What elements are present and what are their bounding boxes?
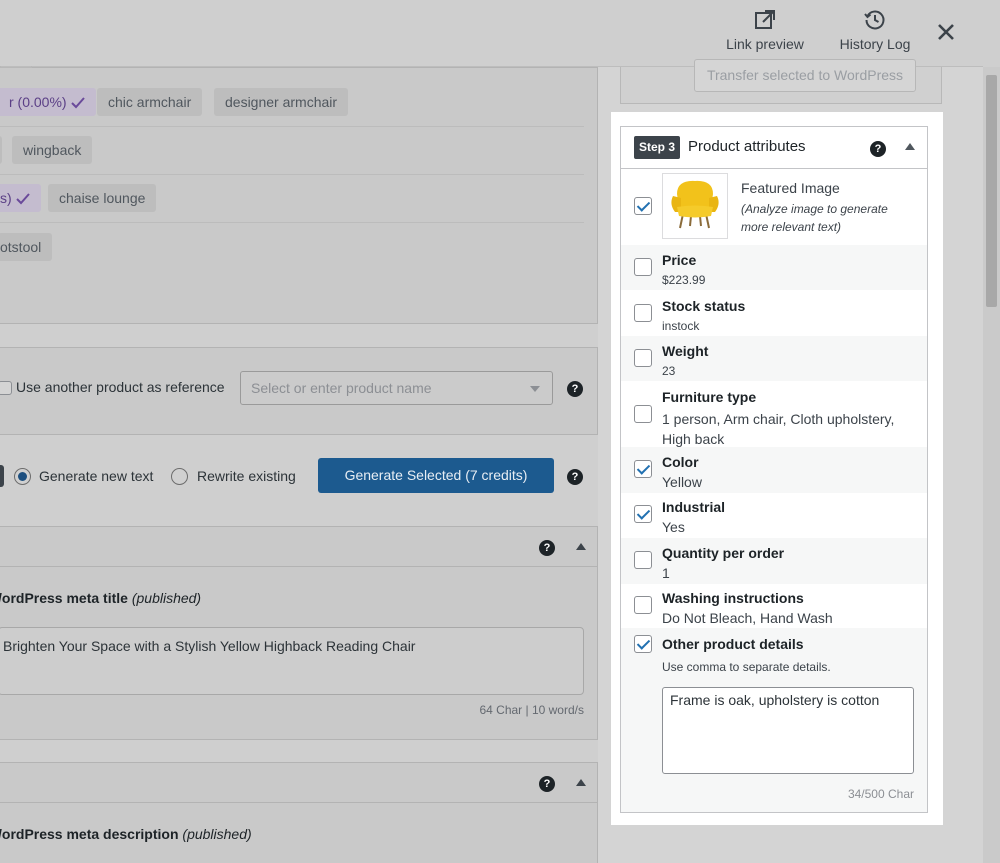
reference-label: Use another product as reference — [16, 379, 225, 395]
other-details-textarea[interactable]: Frame is oak, upholstery is cotton — [662, 687, 914, 774]
panel-divider — [0, 802, 597, 803]
industrial-label: Industrial — [662, 499, 726, 515]
price-label: Price — [662, 252, 697, 268]
keyword-tag[interactable]: chic armchair — [97, 88, 203, 116]
keyword-row: r (0.00%) chic armchair designer armchai… — [0, 78, 584, 127]
keyword-tag[interactable]: r (0.00%) — [0, 88, 96, 116]
stock-status-label: Stock status — [662, 298, 746, 314]
generate-selected-button[interactable]: Generate Selected (7 credits) — [318, 458, 554, 493]
furniture-type-value: 1 person, Arm chair, Cloth upholstery, H… — [662, 411, 895, 447]
collapse-icon[interactable] — [576, 543, 586, 550]
collapse-icon[interactable] — [576, 779, 586, 786]
quantity-value: 1 — [662, 565, 670, 581]
attributes-title: Product attributes — [688, 138, 806, 155]
keyword-row: wingback — [0, 127, 584, 175]
featured-image-note: (Analyze image to generate more relevant… — [741, 202, 888, 234]
help-icon[interactable]: ? — [539, 540, 555, 556]
step-badge: Step 3 — [634, 136, 680, 159]
washing-label: Washing instructions — [662, 590, 804, 606]
washing-checkbox[interactable] — [634, 596, 652, 614]
quantity-label: Quantity per order — [662, 545, 785, 561]
color-checkbox[interactable] — [634, 460, 652, 478]
other-details-hint: Use comma to separate details. — [662, 660, 831, 674]
keyword-tag[interactable] — [0, 136, 2, 164]
panel-divider — [0, 566, 597, 567]
meta-title-char-count: 64 Char | 10 word/s — [479, 703, 584, 717]
price-checkbox[interactable] — [634, 258, 652, 276]
other-details-checkbox[interactable] — [634, 635, 652, 653]
checkmark-icon — [70, 97, 85, 109]
weight-label: Weight — [662, 343, 709, 359]
close-icon[interactable] — [934, 20, 958, 44]
quantity-checkbox[interactable] — [634, 551, 652, 569]
keyword-tag[interactable]: wingback — [12, 136, 93, 164]
meta-title-textarea[interactable]: Brighten Your Space with a Stylish Yello… — [0, 627, 584, 695]
keyword-row: s) chaise lounge — [0, 175, 584, 223]
collapse-icon[interactable] — [905, 143, 915, 150]
other-details-char-count: 34/500 Char — [847, 787, 914, 801]
keyword-row: otstool — [0, 223, 584, 271]
link-preview-button[interactable]: Link preview — [722, 8, 808, 52]
help-icon[interactable]: ? — [870, 141, 886, 157]
meta-description-heading: /ordPress meta description (published) — [0, 826, 252, 842]
industrial-value: Yes — [662, 519, 685, 535]
scrollbar-thumb[interactable] — [986, 75, 997, 307]
history-log-label: History Log — [839, 36, 911, 52]
industrial-checkbox[interactable] — [634, 505, 652, 523]
rewrite-existing-radio[interactable] — [171, 468, 188, 485]
keyword-tag[interactable]: otstool — [0, 233, 53, 261]
washing-value: Do Not Bleach, Hand Wash — [662, 610, 833, 626]
transfer-button[interactable]: Transfer selected to WordPress — [694, 59, 916, 92]
help-icon[interactable]: ? — [567, 381, 583, 397]
generate-new-label: Generate new text — [39, 468, 154, 484]
mode-toggle-edge[interactable] — [0, 465, 4, 487]
color-value: Yellow — [662, 474, 702, 490]
price-value: $223.99 — [662, 273, 706, 287]
furniture-type-checkbox[interactable] — [634, 405, 652, 423]
other-details-label: Other product details — [662, 636, 804, 652]
meta-description-panel — [0, 762, 598, 863]
color-label: Color — [662, 454, 699, 470]
featured-image-title: Featured Image — [741, 180, 840, 196]
meta-title-heading: /ordPress meta title (published) — [0, 590, 202, 606]
generate-new-radio[interactable] — [14, 468, 31, 485]
keyword-tag[interactable]: s) — [0, 184, 41, 212]
reference-select-placeholder: Select or enter product name — [251, 380, 432, 396]
keyword-tag[interactable]: chaise lounge — [48, 184, 157, 212]
tag-remnant — [0, 66, 32, 68]
history-log-button[interactable]: History Log — [834, 8, 916, 52]
external-link-icon — [755, 10, 775, 29]
link-preview-label: Link preview — [726, 36, 804, 52]
help-icon[interactable]: ? — [539, 776, 555, 792]
weight-checkbox[interactable] — [634, 349, 652, 367]
keyword-tag[interactable]: designer armchair — [214, 88, 349, 116]
chevron-down-icon — [530, 386, 540, 392]
product-thumbnail — [662, 173, 728, 239]
chair-image — [671, 180, 719, 229]
help-icon[interactable]: ? — [567, 469, 583, 485]
reference-product-select[interactable]: Select or enter product name — [240, 371, 553, 405]
rewrite-existing-label: Rewrite existing — [197, 468, 296, 484]
checkmark-icon — [15, 193, 30, 205]
reference-checkbox[interactable] — [0, 381, 12, 395]
featured-image-checkbox[interactable] — [634, 197, 652, 215]
furniture-type-label: Furniture type — [662, 389, 757, 405]
history-icon — [864, 10, 885, 30]
stock-status-checkbox[interactable] — [634, 304, 652, 322]
weight-value: 23 — [662, 364, 676, 378]
stock-status-value: instock — [662, 319, 700, 333]
